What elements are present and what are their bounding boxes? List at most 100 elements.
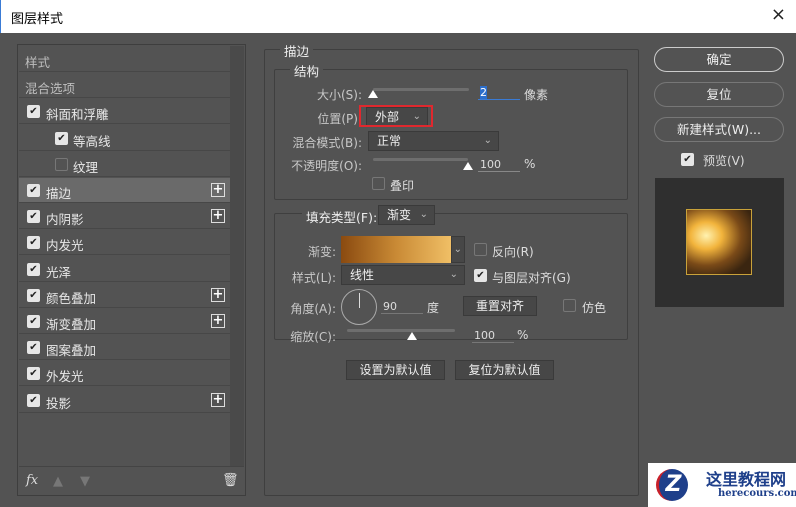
fill-type-label: 填充类型(F):: [302, 207, 382, 226]
style-item-label: 等高线: [73, 133, 111, 149]
style-item-checkbox[interactable]: ✔: [27, 262, 40, 276]
style-item-label: 纹理: [73, 159, 99, 175]
style-item-checkbox[interactable]: ✔: [27, 315, 40, 328]
highlight-box: [359, 105, 433, 127]
opacity-slider[interactable]: [373, 158, 468, 161]
angle-input[interactable]: 90: [381, 300, 423, 314]
style-item-6[interactable]: ✔ 内阴影 +: [19, 204, 230, 230]
opacity-input[interactable]: 100: [478, 158, 520, 172]
scale-slider[interactable]: [347, 329, 455, 332]
angle-dial-needle: [359, 293, 360, 308]
close-icon[interactable]: ×: [771, 4, 786, 25]
style-item-label: 混合选项: [25, 81, 76, 97]
style-item-checkbox[interactable]: [55, 157, 68, 171]
style-item-12[interactable]: ✔ 外发光: [19, 361, 230, 387]
ok-button[interactable]: 确定: [654, 47, 784, 72]
size-label: 大小(S):: [316, 88, 362, 102]
angle-unit: 度: [427, 301, 440, 315]
style-item-checkbox[interactable]: ✔: [27, 288, 40, 302]
style-item-label: 样式: [25, 55, 51, 70]
style-item-label: 投影: [46, 395, 72, 411]
style-item-checkbox[interactable]: ✔: [27, 105, 40, 119]
style-item-checkbox[interactable]: ✔: [27, 341, 40, 355]
structure-title: 结构: [290, 61, 324, 80]
style-item-2[interactable]: ✔ 斜面和浮雕: [19, 99, 230, 125]
style-item-label: 颜色叠加: [46, 290, 97, 306]
overprint-checkbox[interactable]: [372, 177, 385, 190]
new-style-button[interactable]: 新建样式(W)...: [654, 117, 784, 142]
reset-alignment-button[interactable]: 重置对齐: [463, 296, 537, 316]
style-item-8[interactable]: ✔ 光泽: [19, 256, 230, 282]
angle-dial[interactable]: [341, 289, 377, 325]
size-slider[interactable]: [373, 88, 469, 91]
trash-icon[interactable]: 🗑: [222, 473, 239, 488]
add-effect-icon[interactable]: +: [211, 392, 225, 407]
style-item-label: 渐变叠加: [46, 317, 97, 332]
opacity-slider-thumb[interactable]: [463, 162, 473, 170]
chevron-down-icon: ⌄: [419, 209, 428, 220]
style-item-3[interactable]: ✔ 等高线: [19, 125, 230, 151]
size-slider-thumb[interactable]: [368, 90, 378, 98]
watermark-logo: Z 这里教程网 herecours.com: [648, 463, 796, 507]
style-item-checkbox[interactable]: ✔: [27, 367, 40, 381]
scale-input[interactable]: 100: [472, 329, 514, 343]
reset-default-button[interactable]: 复位为默认值: [455, 360, 554, 380]
style-item-checkbox[interactable]: ✔: [27, 210, 40, 224]
window-title: 图层样式: [11, 12, 64, 27]
dither-checkbox[interactable]: [563, 299, 576, 312]
style-item-11[interactable]: ✔ 图案叠加: [19, 335, 230, 361]
style-select[interactable]: 线性 ⌄: [341, 265, 465, 285]
add-effect-icon[interactable]: +: [211, 183, 225, 197]
scale-label: 缩放(C):: [290, 330, 336, 344]
add-effect-icon[interactable]: +: [211, 314, 225, 328]
blend-mode-select[interactable]: 正常 ⌄: [368, 131, 499, 151]
title-bar: 图层样式 ×: [0, 0, 796, 33]
scale-slider-thumb[interactable]: [407, 332, 417, 340]
add-effect-icon[interactable]: +: [211, 209, 225, 224]
reverse-checkbox[interactable]: [474, 243, 487, 256]
reverse-label: 反向(R): [492, 245, 534, 259]
style-item-4[interactable]: 纹理: [19, 151, 230, 177]
chevron-down-icon: ⌄: [453, 244, 462, 255]
size-input[interactable]: 2: [478, 86, 520, 100]
style-item-1[interactable]: 混合选项: [19, 73, 230, 99]
overprint-label: 叠印: [390, 179, 415, 193]
chevron-down-icon: ⌄: [483, 135, 492, 146]
move-up-icon[interactable]: ▲: [53, 474, 63, 489]
blend-mode-label: 混合模式(B):: [292, 136, 362, 150]
gradient-swatch[interactable]: [341, 236, 451, 263]
styles-scrollbar[interactable]: [230, 46, 244, 466]
fx-icon[interactable]: fx: [26, 473, 38, 488]
fill-type-select[interactable]: 渐变 ⌄: [378, 205, 435, 225]
style-item-label: 描边: [46, 186, 72, 201]
add-effect-icon[interactable]: +: [211, 287, 225, 302]
style-item-0[interactable]: 样式: [19, 47, 230, 72]
align-label: 与图层对齐(G): [492, 271, 571, 285]
size-unit: 像素: [524, 88, 549, 102]
make-default-button[interactable]: 设置为默认值: [346, 360, 445, 380]
style-item-13[interactable]: ✔ 投影 +: [19, 387, 230, 413]
style-item-checkbox[interactable]: ✔: [55, 131, 68, 145]
move-down-icon[interactable]: ▼: [80, 474, 90, 489]
reset-button[interactable]: 复位: [654, 82, 784, 107]
watermark-z-icon: Z: [656, 469, 688, 501]
dither-label: 仿色: [582, 301, 607, 315]
style-item-9[interactable]: ✔ 颜色叠加 +: [19, 282, 230, 308]
style-item-checkbox[interactable]: ✔: [27, 393, 40, 407]
gradient-label: 渐变:: [307, 245, 336, 259]
style-item-7[interactable]: ✔ 内发光: [19, 230, 230, 256]
align-checkbox[interactable]: ✔: [474, 269, 487, 282]
style-item-10[interactable]: ✔ 渐变叠加 +: [19, 309, 230, 334]
style-item-checkbox[interactable]: ✔: [27, 236, 40, 250]
gradient-picker-dropdown[interactable]: ⌄: [451, 236, 465, 263]
preview-checkbox[interactable]: ✔: [681, 153, 694, 166]
style-item-label: 斜面和浮雕: [46, 107, 109, 123]
style-item-checkbox[interactable]: ✔: [27, 184, 40, 197]
chevron-down-icon: ⌄: [449, 269, 458, 280]
style-item-5[interactable]: ✔ 描边 +: [19, 178, 230, 203]
opacity-label: 不透明度(O):: [291, 159, 362, 173]
opacity-unit: %: [524, 157, 536, 171]
style-item-label: 内发光: [46, 238, 84, 254]
style-item-label: 光泽: [46, 264, 72, 280]
style-item-label: 外发光: [46, 369, 84, 385]
